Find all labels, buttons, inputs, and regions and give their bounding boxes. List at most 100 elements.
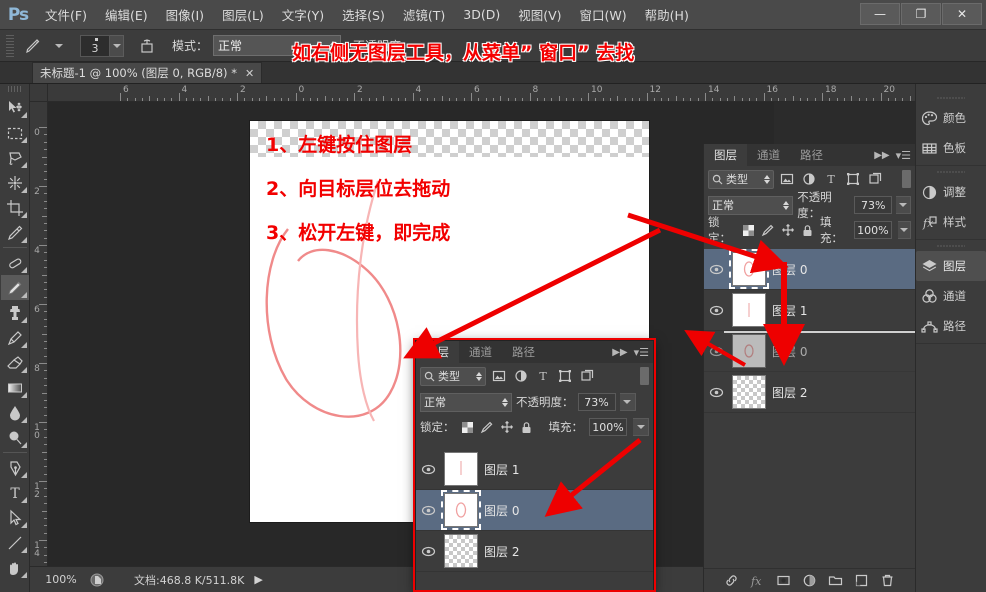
opacity-value[interactable]: 73% — [854, 196, 893, 214]
minimize-button[interactable]: — — [860, 3, 900, 25]
floating-opacity-value[interactable]: 73% — [577, 393, 616, 411]
floating-opacity-caret-icon[interactable] — [619, 393, 636, 411]
layer-thumbnail[interactable] — [732, 375, 766, 409]
lock-position-icon[interactable] — [781, 223, 795, 237]
shape-filter-icon[interactable] — [844, 170, 862, 188]
dock-item-swatches[interactable]: 色板 — [916, 133, 986, 163]
floating-fill-value[interactable]: 100% — [589, 418, 627, 436]
hand-tool[interactable] — [1, 555, 29, 580]
type-filter-icon[interactable]: T — [822, 170, 840, 188]
pen-tool[interactable] — [1, 455, 29, 480]
eraser-tool[interactable] — [1, 350, 29, 375]
dock-item-adjustments[interactable]: 调整 — [916, 177, 986, 207]
magic-wand-tool[interactable] — [1, 170, 29, 195]
gradient-tool[interactable] — [1, 375, 29, 400]
image-filter-icon[interactable] — [778, 170, 796, 188]
layer-visibility-icon[interactable] — [706, 263, 726, 276]
layer-thumbnail[interactable] — [444, 452, 478, 486]
layer-visibility-icon[interactable] — [418, 504, 438, 517]
fill-caret-icon[interactable] — [897, 221, 911, 239]
new-adjustment-icon[interactable] — [802, 573, 817, 588]
table-row[interactable]: 图层 1 — [704, 290, 915, 331]
layer-name[interactable]: 图层 2 — [772, 384, 807, 401]
layer-thumbnail[interactable] — [444, 534, 478, 568]
menu-item-image[interactable]: 图像(I) — [157, 1, 213, 28]
lock-all-icon[interactable] — [520, 421, 533, 434]
menu-item-view[interactable]: 视图(V) — [509, 1, 570, 28]
dock-item-color[interactable]: 颜色 — [916, 103, 986, 133]
history-brush-tool[interactable] — [1, 325, 29, 350]
panel-menu-icon[interactable]: ▾☰ — [634, 346, 649, 359]
tab-paths[interactable]: 路径 — [790, 144, 833, 166]
type-filter-icon[interactable]: T — [534, 367, 552, 385]
pencil-icon[interactable] — [20, 34, 46, 58]
layer-thumbnail[interactable] — [441, 490, 481, 530]
menu-item-filter[interactable]: 滤镜(T) — [394, 1, 454, 28]
smartobject-filter-icon[interactable] — [578, 367, 596, 385]
layer-visibility-icon[interactable] — [706, 345, 726, 358]
dodge-tool[interactable] — [1, 425, 29, 450]
layer-thumbnail[interactable] — [729, 249, 769, 289]
float-tab-channels[interactable]: 通道 — [459, 341, 502, 363]
smartobject-filter-icon[interactable] — [866, 170, 884, 188]
floating-layers-panel[interactable]: 图层 通道 路径 ▶▶ ▾☰ 类型 T 正常 不透明度： 73% 锁定： 填充：… — [415, 340, 654, 592]
menu-item-type[interactable]: 文字(Y) — [273, 1, 333, 28]
layer-name[interactable]: 图层 0 — [484, 502, 519, 519]
menu-item-help[interactable]: 帮助(H) — [636, 1, 698, 28]
horizontal-ruler[interactable]: 6 4 2 0 2 4 6 8 10 12 14 16 18 20 — [48, 84, 986, 102]
opacity-caret-icon[interactable] — [896, 196, 911, 214]
pencil-tool[interactable] — [0, 275, 29, 300]
layer-thumbnail[interactable] — [732, 293, 766, 327]
collapse-double-arrow-icon[interactable]: ▶▶ — [612, 347, 627, 358]
close-icon[interactable]: ✕ — [245, 67, 254, 80]
new-layer-icon[interactable] — [854, 573, 869, 588]
lock-transparency-icon[interactable] — [742, 224, 755, 237]
eyedropper-tool[interactable] — [1, 220, 29, 245]
menu-item-select[interactable]: 选择(S) — [333, 1, 394, 28]
layer-visibility-icon[interactable] — [706, 386, 726, 399]
menu-item-edit[interactable]: 编辑(E) — [96, 1, 157, 28]
lock-all-icon[interactable] — [801, 224, 814, 237]
table-row[interactable]: 图层 0 — [704, 249, 915, 290]
document-profile-icon[interactable] — [86, 573, 108, 587]
options-bar-grip[interactable] — [6, 34, 14, 57]
zoom-level-input[interactable]: 100% — [30, 573, 86, 586]
healing-brush-tool[interactable] — [1, 250, 29, 275]
dock-group-grip-3[interactable] — [937, 242, 965, 250]
dock-item-paths[interactable]: 路径 — [916, 311, 986, 341]
brush-preset-caret-icon[interactable] — [46, 34, 72, 58]
adjustment-filter-icon[interactable] — [512, 367, 530, 385]
layer-name[interactable]: 图层 0 — [772, 343, 807, 360]
collapse-double-arrow-icon[interactable]: ▶▶ — [874, 150, 889, 161]
canvas-area[interactable]: 1、左键按住图层 2、向目标层位去拖动 3、松开左键，即完成 — [48, 102, 774, 566]
tab-channels[interactable]: 通道 — [747, 144, 790, 166]
float-tab-layers[interactable]: 图层 — [416, 341, 459, 363]
lock-image-icon[interactable] — [480, 420, 494, 434]
layer-name[interactable]: 图层 1 — [484, 461, 519, 478]
menu-item-window[interactable]: 窗口(W) — [571, 1, 636, 28]
dock-item-channels[interactable]: 通道 — [916, 281, 986, 311]
lock-position-icon[interactable] — [500, 420, 514, 434]
layer-visibility-icon[interactable] — [706, 304, 726, 317]
table-row-drag-ghost[interactable]: 图层 0 — [704, 331, 915, 372]
floating-layer-filter-type-select[interactable]: 类型 — [420, 366, 486, 386]
menu-item-3d[interactable]: 3D(D) — [454, 3, 509, 26]
menu-item-file[interactable]: 文件(F) — [36, 1, 96, 28]
layer-filter-type-select[interactable]: 类型 — [708, 169, 774, 189]
dock-item-layers[interactable]: 图层 — [916, 251, 986, 281]
fill-value[interactable]: 100% — [853, 221, 892, 239]
maximize-button[interactable]: ❐ — [901, 3, 941, 25]
airbrush-toggle-icon[interactable] — [134, 34, 160, 58]
table-row[interactable]: 图层 2 — [704, 372, 915, 413]
table-row[interactable]: 图层 2 — [416, 531, 653, 572]
menu-item-layer[interactable]: 图层(L) — [213, 1, 273, 28]
image-filter-icon[interactable] — [490, 367, 508, 385]
brush-size-stepper[interactable]: 3 — [80, 34, 124, 57]
layer-name[interactable]: 图层 2 — [484, 543, 519, 560]
table-row[interactable]: 图层 0 — [416, 490, 653, 531]
layer-name[interactable]: 图层 1 — [772, 302, 807, 319]
delete-layer-icon[interactable] — [880, 573, 895, 588]
crop-tool[interactable] — [1, 195, 29, 220]
filter-toggle-switch[interactable] — [640, 367, 649, 385]
type-tool[interactable]: T — [1, 480, 29, 505]
